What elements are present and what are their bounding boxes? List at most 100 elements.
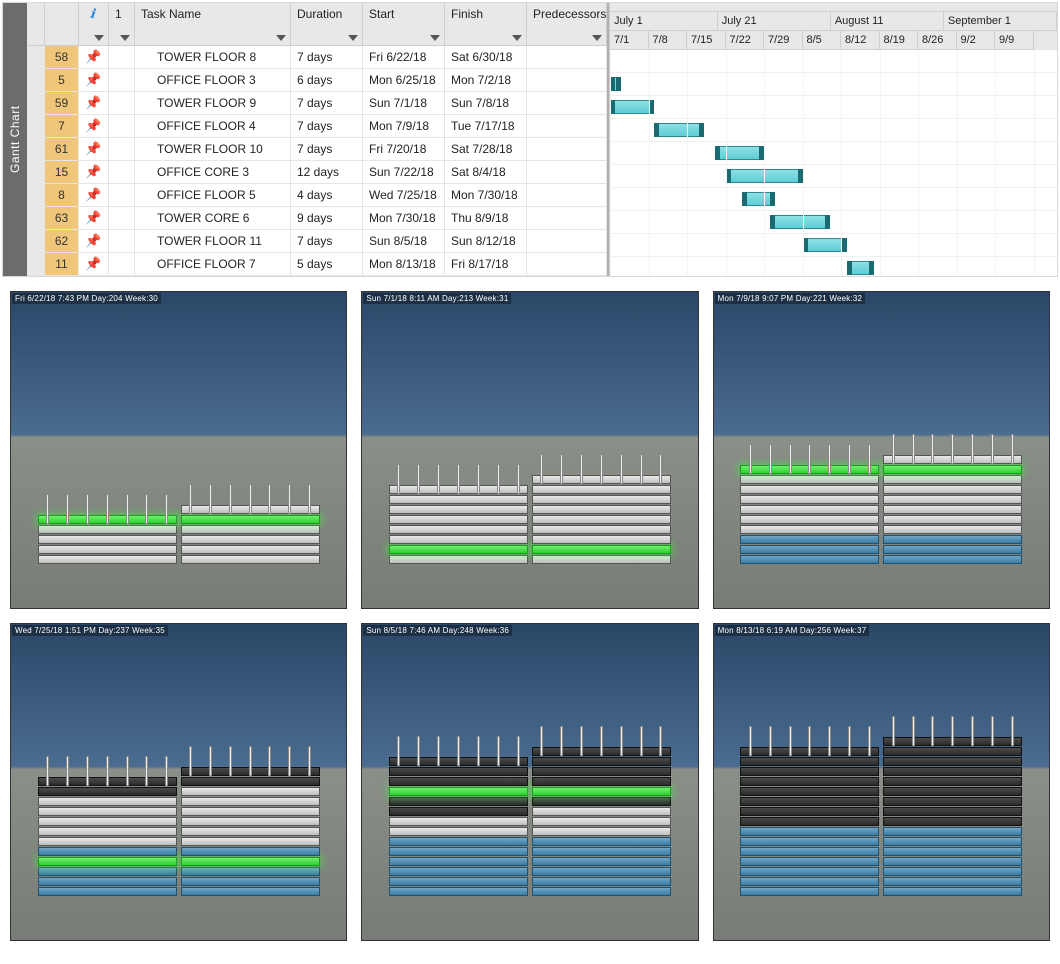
predecessors-cell[interactable] [527, 184, 607, 207]
row-task-mode[interactable] [109, 46, 135, 69]
task-name-cell[interactable]: OFFICE FLOOR 3 [135, 69, 291, 92]
task-name-cell[interactable]: OFFICE FLOOR 5 [135, 184, 291, 207]
task-name-cell[interactable]: TOWER FLOOR 11 [135, 230, 291, 253]
duration-cell[interactable]: 7 days [291, 92, 363, 115]
row-selector[interactable] [27, 46, 45, 69]
col-row-id[interactable] [45, 3, 79, 46]
row-id[interactable]: 11 [45, 253, 79, 276]
predecessors-cell[interactable] [527, 161, 607, 184]
gantt-sidebar-label[interactable]: Gantt Chart [3, 3, 27, 276]
chevron-down-icon[interactable] [430, 35, 440, 41]
row-task-mode[interactable] [109, 69, 135, 92]
chevron-down-icon[interactable] [512, 35, 522, 41]
row-id[interactable]: 63 [45, 207, 79, 230]
start-cell[interactable]: Mon 7/9/18 [363, 115, 445, 138]
timeline-row[interactable] [610, 211, 1057, 234]
col-info[interactable]: ℹ [79, 3, 109, 46]
timeline-row[interactable] [610, 188, 1057, 211]
finish-cell[interactable]: Fri 8/17/18 [445, 253, 527, 276]
predecessors-cell[interactable] [527, 253, 607, 276]
row-selector[interactable] [27, 138, 45, 161]
timeline-row[interactable] [610, 257, 1057, 276]
start-cell[interactable]: Sun 8/5/18 [363, 230, 445, 253]
finish-cell[interactable]: Sun 7/8/18 [445, 92, 527, 115]
row-selector[interactable] [27, 253, 45, 276]
row-task-mode[interactable] [109, 207, 135, 230]
chevron-down-icon[interactable] [592, 35, 602, 41]
table-row[interactable]: 59📌TOWER FLOOR 97 daysSun 7/1/18Sun 7/8/… [27, 92, 607, 115]
timeline-row[interactable] [610, 165, 1057, 188]
row-id[interactable]: 61 [45, 138, 79, 161]
col-selector[interactable] [27, 3, 45, 46]
duration-cell[interactable]: 6 days [291, 69, 363, 92]
timeline-row[interactable] [610, 119, 1057, 142]
predecessors-cell[interactable] [527, 46, 607, 69]
table-row[interactable]: 58📌TOWER FLOOR 87 daysFri 6/22/18Sat 6/3… [27, 46, 607, 69]
task-name-cell[interactable]: TOWER FLOOR 10 [135, 138, 291, 161]
task-name-cell[interactable]: TOWER FLOOR 8 [135, 46, 291, 69]
predecessors-cell[interactable] [527, 138, 607, 161]
table-row[interactable]: 15📌OFFICE CORE 312 daysSun 7/22/18Sat 8/… [27, 161, 607, 184]
timeline-row[interactable] [610, 96, 1057, 119]
row-id[interactable]: 15 [45, 161, 79, 184]
table-row[interactable]: 11📌OFFICE FLOOR 75 daysMon 8/13/18Fri 8/… [27, 253, 607, 276]
gantt-bar[interactable] [742, 192, 775, 206]
predecessors-cell[interactable] [527, 230, 607, 253]
gantt-bar[interactable] [770, 215, 831, 229]
predecessors-cell[interactable] [527, 69, 607, 92]
start-cell[interactable]: Sun 7/22/18 [363, 161, 445, 184]
col-finish[interactable]: Finish [445, 3, 527, 46]
gantt-timeline[interactable]: July 1July 21August 11September 1 7/17/8… [609, 3, 1057, 276]
row-id[interactable]: 62 [45, 230, 79, 253]
duration-cell[interactable]: 7 days [291, 46, 363, 69]
start-cell[interactable]: Mon 7/30/18 [363, 207, 445, 230]
col-predecessors[interactable]: Predecessors [527, 3, 607, 46]
predecessors-cell[interactable] [527, 92, 607, 115]
start-cell[interactable]: Sun 7/1/18 [363, 92, 445, 115]
duration-cell[interactable]: 7 days [291, 115, 363, 138]
predecessors-cell[interactable] [527, 115, 607, 138]
col-task-name[interactable]: Task Name [135, 3, 291, 46]
duration-cell[interactable]: 5 days [291, 253, 363, 276]
chevron-down-icon[interactable] [348, 35, 358, 41]
table-row[interactable]: 62📌TOWER FLOOR 117 daysSun 8/5/18Sun 8/1… [27, 230, 607, 253]
finish-cell[interactable]: Thu 8/9/18 [445, 207, 527, 230]
finish-cell[interactable]: Tue 7/17/18 [445, 115, 527, 138]
row-task-mode[interactable] [109, 184, 135, 207]
start-cell[interactable]: Fri 6/22/18 [363, 46, 445, 69]
row-id[interactable]: 5 [45, 69, 79, 92]
table-row[interactable]: 7📌OFFICE FLOOR 47 daysMon 7/9/18Tue 7/17… [27, 115, 607, 138]
task-name-cell[interactable]: TOWER FLOOR 9 [135, 92, 291, 115]
task-name-cell[interactable]: OFFICE FLOOR 7 [135, 253, 291, 276]
row-task-mode[interactable] [109, 253, 135, 276]
row-id[interactable]: 59 [45, 92, 79, 115]
predecessors-cell[interactable] [527, 207, 607, 230]
row-selector[interactable] [27, 184, 45, 207]
row-id[interactable]: 58 [45, 46, 79, 69]
duration-cell[interactable]: 7 days [291, 230, 363, 253]
start-cell[interactable]: Fri 7/20/18 [363, 138, 445, 161]
gantt-bar[interactable] [654, 123, 704, 137]
finish-cell[interactable]: Sat 6/30/18 [445, 46, 527, 69]
duration-cell[interactable]: 4 days [291, 184, 363, 207]
start-cell[interactable]: Mon 6/25/18 [363, 69, 445, 92]
table-row[interactable]: 8📌OFFICE FLOOR 54 daysWed 7/25/18Mon 7/3… [27, 184, 607, 207]
chevron-down-icon[interactable] [120, 35, 130, 41]
gantt-bar[interactable] [715, 146, 765, 160]
start-cell[interactable]: Wed 7/25/18 [363, 184, 445, 207]
col-start[interactable]: Start [363, 3, 445, 46]
gantt-bar[interactable] [847, 261, 875, 275]
task-name-cell[interactable]: OFFICE FLOOR 4 [135, 115, 291, 138]
chevron-down-icon[interactable] [94, 35, 104, 41]
timeline-row[interactable] [610, 50, 1057, 73]
finish-cell[interactable]: Mon 7/2/18 [445, 69, 527, 92]
duration-cell[interactable]: 7 days [291, 138, 363, 161]
finish-cell[interactable]: Sat 7/28/18 [445, 138, 527, 161]
table-row[interactable]: 5📌OFFICE FLOOR 36 daysMon 6/25/18Mon 7/2… [27, 69, 607, 92]
task-name-cell[interactable]: TOWER CORE 6 [135, 207, 291, 230]
gantt-bar[interactable] [610, 77, 621, 91]
row-id[interactable]: 8 [45, 184, 79, 207]
gantt-bar[interactable] [803, 238, 847, 252]
row-selector[interactable] [27, 92, 45, 115]
chevron-down-icon[interactable] [276, 35, 286, 41]
